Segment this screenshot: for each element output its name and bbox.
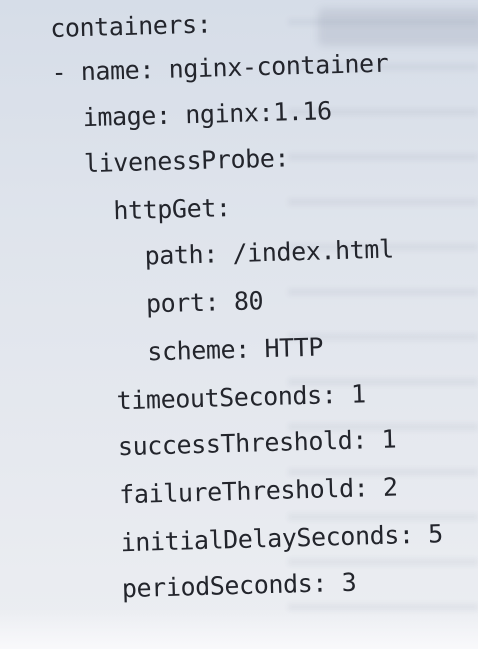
code-line: - name: nginx-container (51, 48, 389, 87)
code-line: containers: (49, 9, 212, 43)
code-line: path: /index.html (144, 234, 395, 271)
code-line: httpGet: (112, 193, 231, 226)
code-line: timeoutSeconds: 1 (116, 379, 367, 416)
code-line: periodSeconds: 3 (121, 567, 357, 604)
bottom-fade (0, 609, 478, 649)
photo-background: containers: - name: nginx-container imag… (0, 0, 478, 649)
code-line: successThreshold: 1 (117, 424, 397, 462)
code-line: scheme: HTTP (146, 332, 324, 367)
code-line: port: 80 (145, 286, 264, 319)
code-line: image: nginx:1.16 (82, 96, 333, 133)
code-line: failureThreshold: 2 (118, 472, 398, 510)
code-line: livenessProbe: (83, 143, 290, 179)
code-line: initialDelaySeconds: 5 (120, 519, 444, 558)
yaml-code-block: containers: - name: nginx-container imag… (0, 0, 478, 649)
